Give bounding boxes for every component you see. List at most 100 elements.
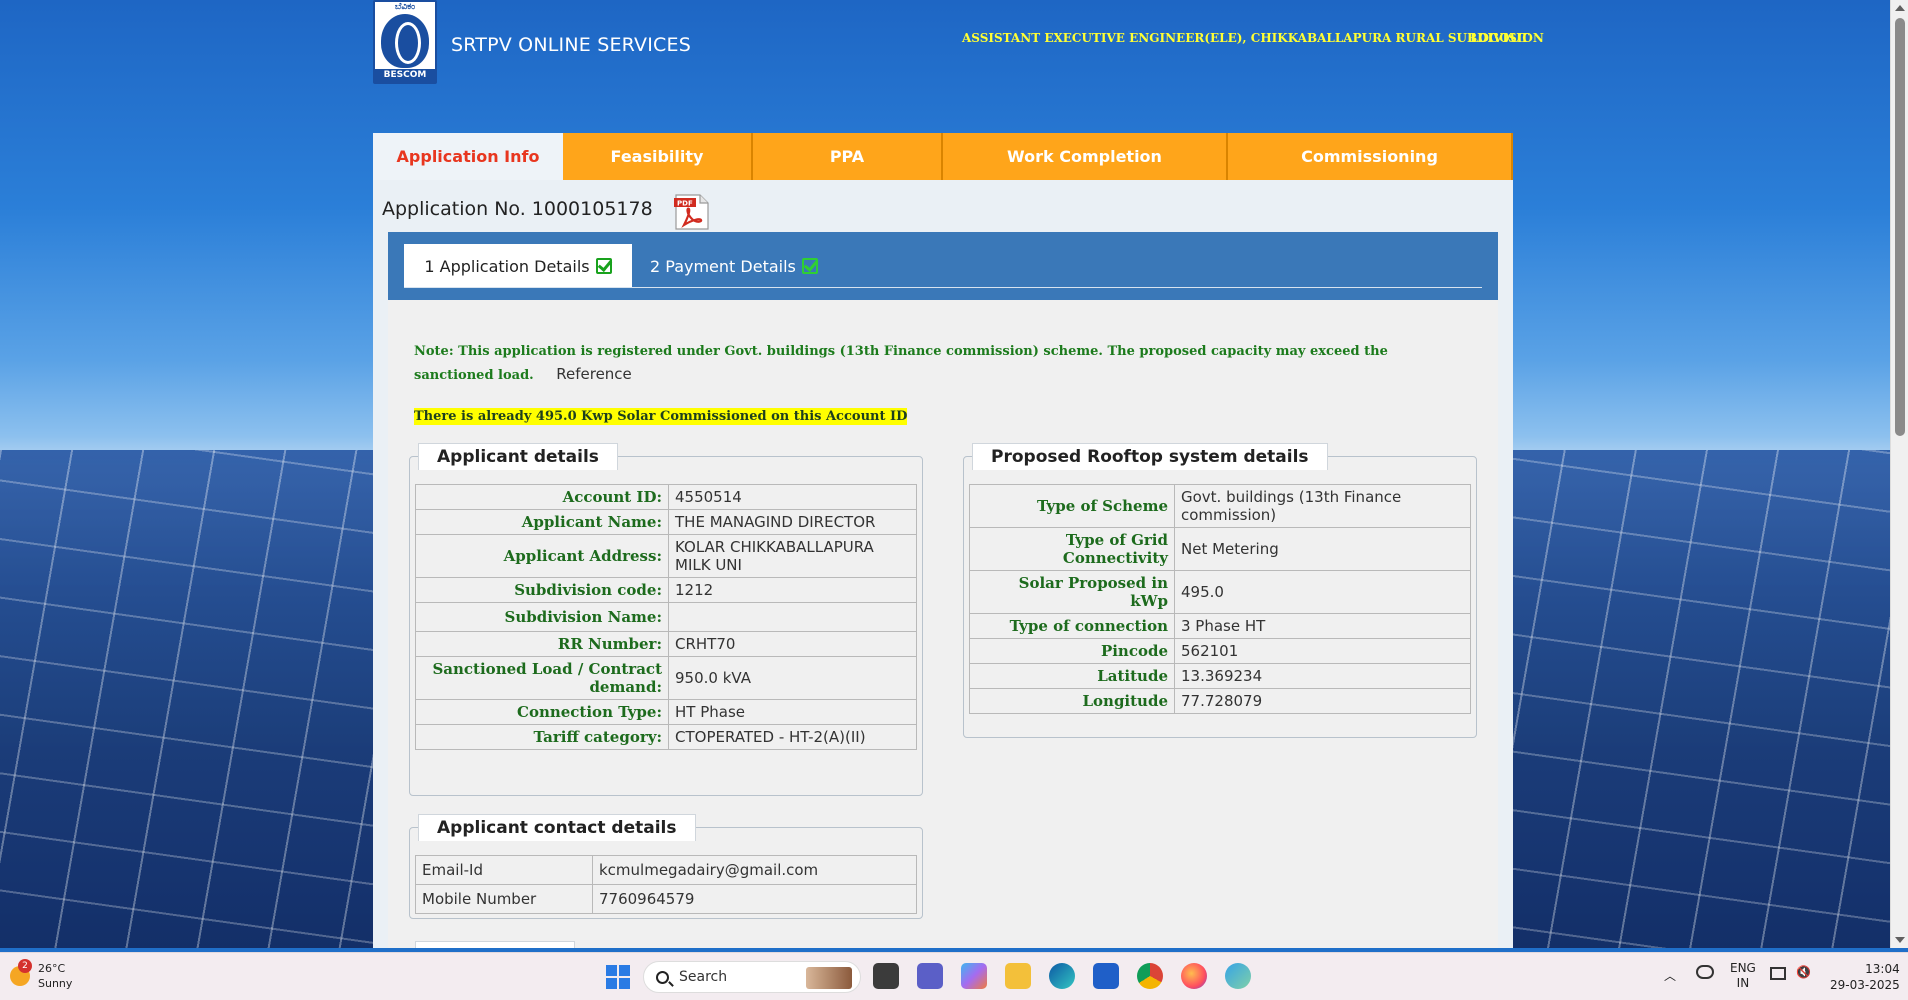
network-icon[interactable] [1770, 967, 1786, 980]
chevron-up-icon[interactable]: ︿ [1664, 967, 1676, 984]
applicant-details-title: Applicant details [418, 443, 618, 470]
check-icon [595, 258, 612, 274]
tab-feasibility[interactable]: Feasibility [563, 133, 753, 180]
table-row: Subdivision Name: [415, 602, 917, 632]
longitude-value: 77.728079 [1174, 688, 1471, 714]
site-title: SRTPV ONLINE SERVICES [451, 34, 691, 56]
weather-temp: 26°C [38, 962, 66, 975]
rooftop-details-title: Proposed Rooftop system details [972, 443, 1328, 470]
scheme-note: Note: This application is registered und… [414, 340, 1434, 387]
logout-link[interactable]: LOGOUT [1470, 31, 1529, 45]
subtab-application-details-label: 1 Application Details [424, 256, 590, 276]
cloud-offline-icon[interactable] [1696, 965, 1714, 979]
taskbar-search-input[interactable]: Search [643, 961, 861, 993]
scroll-down-icon[interactable] [1895, 937, 1905, 943]
mobile-value: 7760964579 [592, 884, 917, 914]
file-explorer-icon[interactable] [1005, 963, 1031, 989]
account-id-value: 4550514 [668, 484, 917, 510]
windows-taskbar: 2 26°C Sunny Search ︿ ENG IN 🔇 13:04 29-… [0, 952, 1908, 1000]
search-highlight-image [806, 967, 852, 989]
grid-connectivity-label: Type of Grid Connectivity [969, 527, 1175, 571]
rooftop-details-table: Type of Scheme Govt. buildings (13th Fina… [969, 484, 1471, 714]
table-row: Account ID: 4550514 [415, 484, 917, 510]
tariff-category-label: Tariff category: [415, 724, 669, 750]
scheme-type-value: Govt. buildings (13th Finance commission… [1174, 484, 1471, 528]
volume-muted-icon[interactable]: 🔇 [1796, 965, 1811, 979]
clock-time: 13:04 [1865, 962, 1900, 976]
next-section-title-cut [415, 941, 575, 948]
sub-tab-bar: 1 Application Details 2 Payment Details [388, 232, 1498, 300]
chrome-icon[interactable] [1137, 963, 1163, 989]
subdivision-name-label: Subdivision Name: [415, 602, 669, 632]
tab-commissioning[interactable]: Commissioning [1228, 133, 1513, 180]
subdivision-code-label: Subdivision code: [415, 577, 669, 603]
scheme-type-label: Type of Scheme [969, 484, 1175, 528]
commissioned-warning: There is already 495.0 Kwp Solar Commiss… [414, 408, 908, 425]
table-row: Latitude 13.369234 [969, 663, 1471, 689]
table-row: Solar Proposed in kWp 495.0 [969, 570, 1471, 614]
latitude-value: 13.369234 [1174, 663, 1471, 689]
logo-script: ಬೆವಿಕಂ [394, 2, 416, 12]
table-row: RR Number: CRHT70 [415, 631, 917, 657]
firefox-icon[interactable] [1181, 963, 1207, 989]
table-row: Applicant Name: THE MANAGIND DIRECTOR [415, 509, 917, 535]
reference-link[interactable]: Reference [556, 365, 632, 383]
windows-start-icon[interactable] [606, 965, 630, 989]
taskbar-clock[interactable]: 13:04 29-03-2025 [1830, 961, 1900, 993]
table-row: Email-Id kcmulmegadairy@gmail.com [415, 855, 917, 885]
tab-work-completion[interactable]: Work Completion [943, 133, 1228, 180]
sanctioned-load-label: Sanctioned Load / Contract demand: [415, 656, 669, 700]
logo-text: BESCOM [375, 69, 435, 82]
mobile-label: Mobile Number [415, 884, 593, 914]
subtab-payment-details-label: 2 Payment Details [650, 256, 796, 276]
subtab-payment-details[interactable]: 2 Payment Details [650, 244, 818, 288]
subdivision-code-value: 1212 [668, 577, 917, 603]
weather-desc: Sunny [38, 977, 73, 990]
main-nav-tabs: Application Info Feasibility PPA Work Co… [373, 133, 1513, 180]
page-scrollbar[interactable] [1890, 0, 1908, 948]
connection-kind-value: 3 Phase HT [1174, 613, 1471, 639]
pincode-value: 562101 [1174, 638, 1471, 664]
copilot-icon[interactable] [961, 963, 987, 989]
longitude-label: Longitude [969, 688, 1175, 714]
email-value: kcmulmegadairy@gmail.com [592, 855, 917, 885]
contact-details-title: Applicant contact details [418, 814, 696, 841]
store-icon[interactable] [1093, 963, 1119, 989]
tab-ppa[interactable]: PPA [753, 133, 943, 180]
table-row: Sanctioned Load / Contract demand: 950.0 … [415, 656, 917, 700]
application-number: Application No. 1000105178 [382, 198, 653, 220]
table-row: Mobile Number 7760964579 [415, 884, 917, 914]
solar-proposed-label: Solar Proposed in kWp [969, 570, 1175, 614]
clock-date: 29-03-2025 [1830, 978, 1900, 992]
account-id-label: Account ID: [415, 484, 669, 510]
tab-application-info[interactable]: Application Info [373, 133, 563, 180]
search-placeholder: Search [679, 969, 728, 985]
pdf-download-icon[interactable]: PDF [672, 193, 712, 231]
language-indicator[interactable]: ENG IN [1730, 961, 1756, 991]
svg-text:PDF: PDF [677, 200, 693, 208]
solar-proposed-value: 495.0 [1174, 570, 1471, 614]
pincode-label: Pincode [969, 638, 1175, 664]
applicant-details-table: Account ID: 4550514 Applicant Name: THE MA… [415, 484, 917, 750]
subtab-application-details[interactable]: 1 Application Details [404, 244, 632, 288]
scroll-up-icon[interactable] [1895, 5, 1905, 11]
sanctioned-load-value: 950.0 kVA [668, 656, 917, 700]
scrollbar-thumb[interactable] [1895, 18, 1905, 436]
bescom-logo[interactable]: ಬೆವಿಕಂ BESCOM [373, 0, 437, 84]
search-icon [656, 970, 669, 984]
applicant-address-value: KOLAR CHIKKABALLAPURA MILK UNI [668, 534, 917, 578]
table-row: Type of Scheme Govt. buildings (13th Fina… [969, 484, 1471, 528]
sun-icon: 2 [10, 959, 32, 986]
rr-number-value: CRHT70 [668, 631, 917, 657]
email-label: Email-Id [415, 855, 593, 885]
table-row: Applicant Address: KOLAR CHIKKABALLAPURA … [415, 534, 917, 578]
table-row: Pincode 562101 [969, 638, 1471, 664]
table-row: Longitude 77.728079 [969, 688, 1471, 714]
app-icon[interactable] [1225, 963, 1251, 989]
weather-widget[interactable]: 2 26°C Sunny [10, 959, 73, 991]
task-view-icon[interactable] [873, 963, 899, 989]
teams-icon[interactable] [917, 963, 943, 989]
edge-icon[interactable] [1049, 963, 1075, 989]
connection-type-label: Connection Type: [415, 699, 669, 725]
grid-connectivity-value: Net Metering [1174, 527, 1471, 571]
